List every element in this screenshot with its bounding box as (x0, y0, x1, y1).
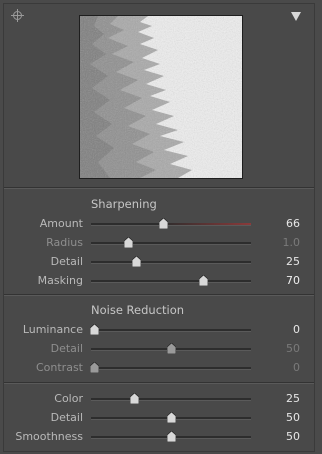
noise-reduction-section-title: Noise Reduction (91, 303, 185, 317)
slider-value[interactable]: 25 (266, 255, 300, 268)
slider-track[interactable] (91, 329, 251, 332)
slider-label: Masking (37, 274, 83, 287)
slider-row-color[interactable]: Color 25 (4, 390, 316, 408)
slider-label: Detail (50, 411, 83, 424)
slider-label: Amount (39, 217, 83, 230)
slider-track[interactable] (91, 280, 251, 283)
slider-value[interactable]: 50 (266, 342, 300, 355)
tree-preview-graphic (80, 16, 242, 178)
slider-row-contrast[interactable]: Contrast 0 (4, 359, 316, 377)
slider-thumb[interactable] (199, 275, 208, 286)
slider-value[interactable]: 50 (266, 430, 300, 443)
slider-row-nr-detail[interactable]: Detail 50 (4, 340, 316, 358)
slider-thumb[interactable] (130, 393, 140, 404)
slider-thumb[interactable] (159, 218, 168, 229)
slider-label: Luminance (22, 323, 83, 336)
slider-thumb[interactable] (167, 431, 176, 442)
slider-thumb[interactable] (167, 412, 176, 423)
section-divider (4, 187, 314, 189)
slider-row-luminance[interactable]: Luminance 0 (4, 321, 316, 339)
slider-label: Contrast (35, 361, 83, 374)
sharpening-section-title: Sharpening (91, 197, 157, 211)
section-divider (4, 382, 314, 384)
slider-thumb[interactable] (90, 324, 100, 335)
slider-label: Color (54, 392, 83, 405)
slider-thumb[interactable] (131, 256, 141, 267)
target-adjust-icon[interactable] (11, 9, 24, 22)
slider-label: Radius (46, 236, 83, 249)
detail-panel: Sharpening Amount 66 Radius 1.0 Detail 2… (3, 3, 315, 452)
slider-track[interactable] (91, 398, 251, 401)
section-divider (4, 294, 314, 296)
detail-preview-image[interactable] (79, 15, 243, 179)
slider-track[interactable] (91, 242, 251, 245)
slider-value[interactable]: 50 (266, 411, 300, 424)
slider-value[interactable]: 1.0 (266, 236, 301, 249)
slider-label: Detail (50, 342, 83, 355)
slider-label: Detail (50, 255, 83, 268)
slider-row-masking[interactable]: Masking 70 (4, 272, 316, 290)
slider-row-smoothness[interactable]: Smoothness 50 (4, 428, 316, 446)
slider-value[interactable]: 25 (266, 392, 300, 405)
slider-label: Smoothness (15, 430, 83, 443)
slider-track[interactable] (91, 367, 251, 370)
slider-thumb[interactable] (123, 237, 133, 248)
slider-value[interactable]: 66 (266, 217, 300, 230)
slider-row-amount[interactable]: Amount 66 (4, 215, 316, 233)
collapse-triangle-icon[interactable] (291, 12, 301, 21)
slider-value[interactable]: 0 (266, 361, 300, 374)
slider-row-color-detail[interactable]: Detail 50 (4, 409, 316, 427)
slider-thumb[interactable] (167, 343, 176, 354)
slider-row-radius[interactable]: Radius 1.0 (4, 234, 316, 252)
slider-row-detail[interactable]: Detail 25 (4, 253, 316, 271)
slider-value[interactable]: 0 (266, 323, 300, 336)
slider-track[interactable] (91, 223, 251, 226)
slider-value[interactable]: 70 (266, 274, 300, 287)
slider-track[interactable] (91, 261, 251, 264)
slider-thumb[interactable] (90, 362, 100, 373)
